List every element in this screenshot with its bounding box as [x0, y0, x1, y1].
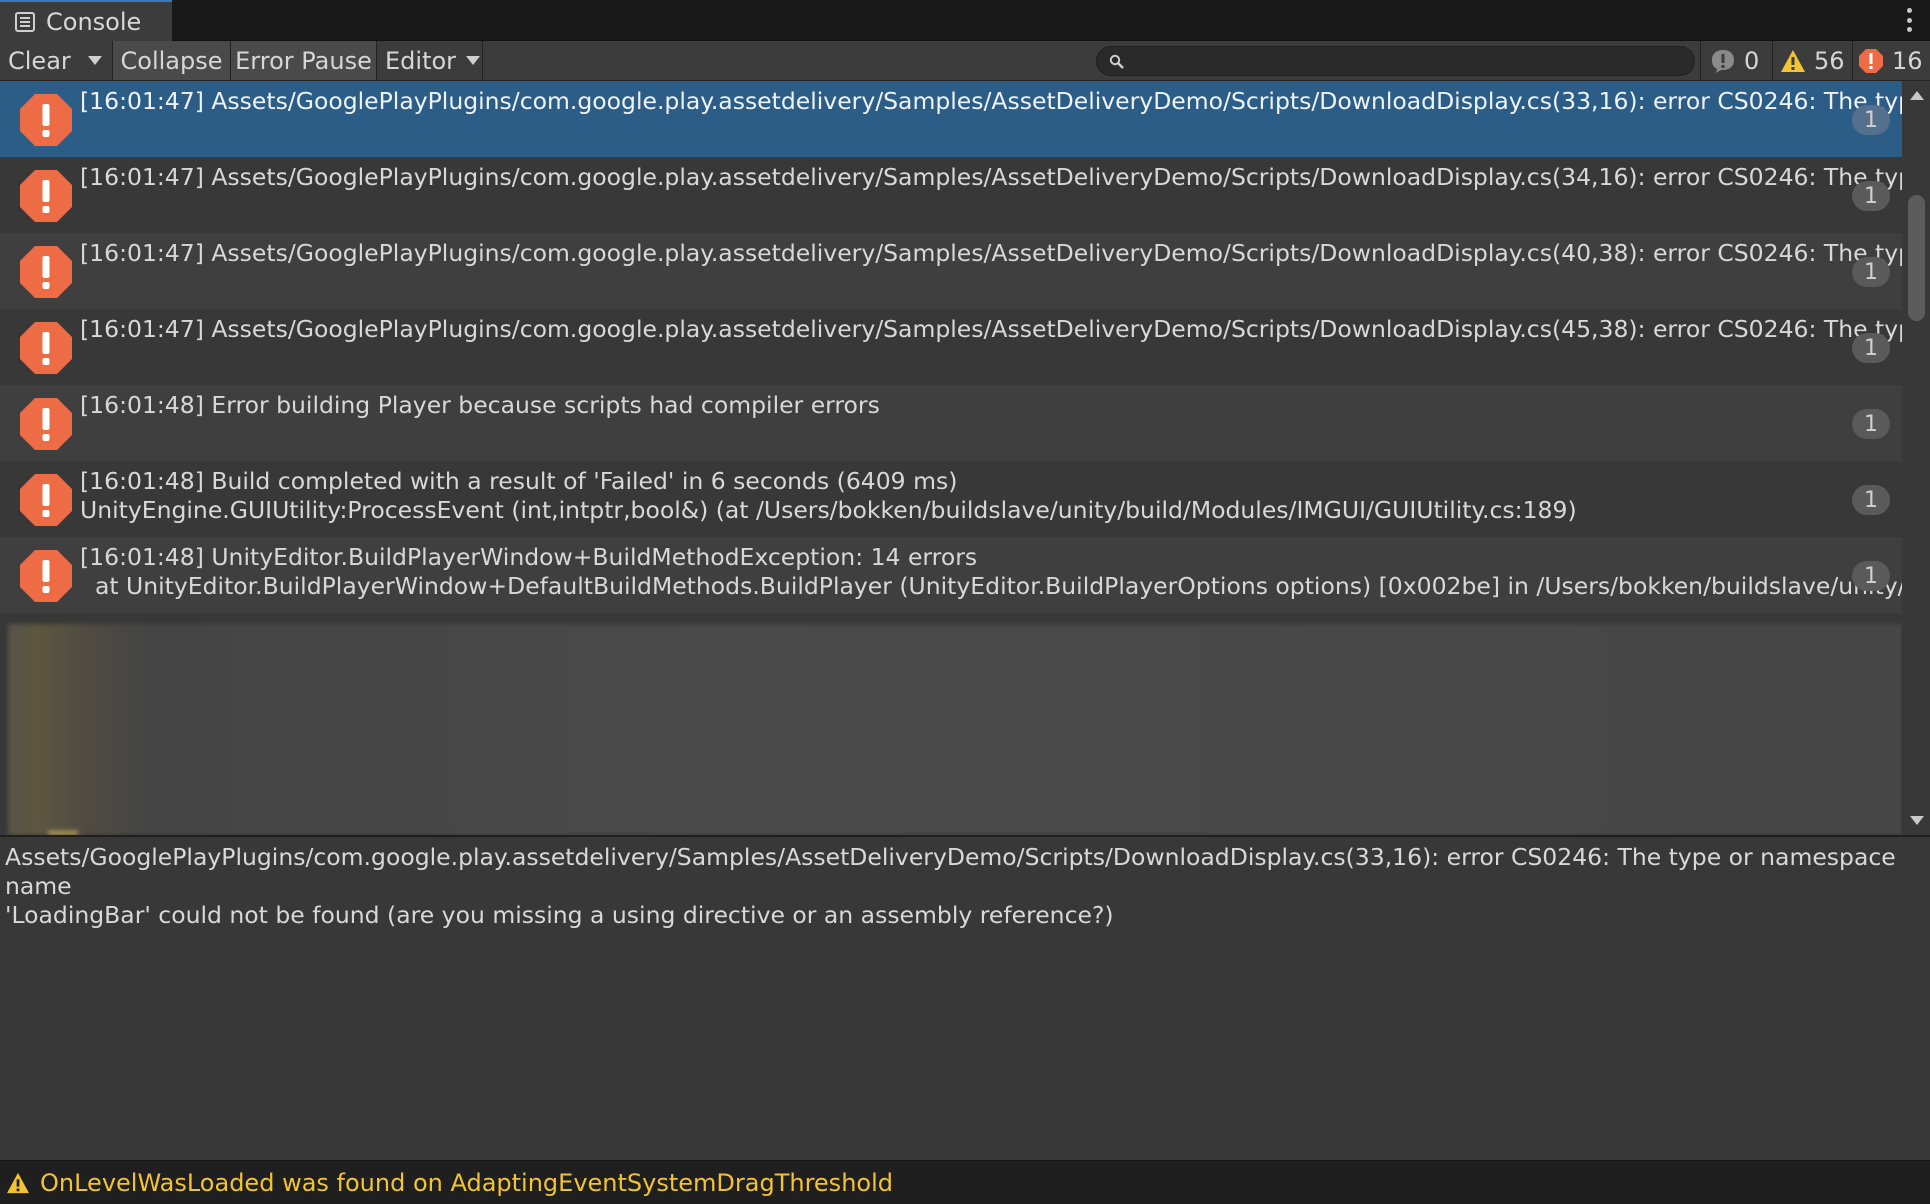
- log-entry-row[interactable]: [16:01:48] Error building Player because…: [0, 385, 1902, 461]
- status-bar[interactable]: OnLevelWasLoaded was found on AdaptingEv…: [0, 1160, 1930, 1204]
- log-entry-row[interactable]: [16:01:47] Assets/GooglePlayPlugins/com.…: [0, 81, 1902, 157]
- tab-bar: Console: [0, 0, 1930, 41]
- collapse-count-badge: 1: [1852, 485, 1890, 515]
- log-entry-row[interactable]: [16:01:48] Build completed with a result…: [0, 461, 1902, 537]
- log-entry-row[interactable]: [16:01:47] Assets/GooglePlayPlugins/com.…: [0, 309, 1902, 385]
- error-icon: [20, 94, 72, 146]
- log-entry-line2: UnityEngine.GUIUtility:ProcessEvent (int…: [80, 496, 1577, 524]
- error-pause-toggle[interactable]: Error Pause: [231, 41, 376, 80]
- log-count: 0: [1744, 46, 1760, 75]
- search-input[interactable]: [1133, 49, 1683, 73]
- editor-dropdown[interactable]: Editor: [377, 41, 482, 80]
- console-toolbar: Clear Collapse Error Pause Editor 0 56 1…: [0, 41, 1930, 81]
- info-message-icon: [1712, 49, 1734, 73]
- error-pause-label: Error Pause: [235, 46, 372, 75]
- tab-title: Console: [46, 7, 142, 36]
- kebab-menu-icon[interactable]: [1906, 8, 1912, 32]
- log-entry-text: [16:01:47] Assets/GooglePlayPlugins/com.…: [80, 239, 1902, 268]
- log-entry-text: [16:01:48] UnityEditor.BuildPlayerWindow…: [80, 543, 1902, 601]
- log-entry-row[interactable]: [16:01:47] Assets/GooglePlayPlugins/com.…: [0, 233, 1902, 309]
- log-entry-line1: [16:01:48] UnityEditor.BuildPlayerWindow…: [80, 543, 978, 571]
- log-entry-text: [16:01:48] Error building Player because…: [80, 391, 880, 420]
- chevron-down-icon: [466, 56, 481, 65]
- warning-icon: [7, 1172, 29, 1193]
- warning-icon: [1781, 49, 1805, 72]
- scroll-down-arrow-icon[interactable]: [1910, 816, 1924, 825]
- log-entry-line1: [16:01:48] Error building Player because…: [80, 391, 880, 419]
- search-icon: [1109, 54, 1124, 69]
- log-count-toggle[interactable]: 0: [1710, 41, 1759, 80]
- warning-count: 56: [1814, 46, 1845, 75]
- error-icon: [20, 474, 72, 526]
- log-entry-line2: at UnityEditor.BuildPlayerWindow+Default…: [80, 572, 1902, 600]
- log-entry-row[interactable]: [16:01:48] UnityEditor.BuildPlayerWindow…: [0, 537, 1902, 613]
- clear-button[interactable]: Clear: [0, 41, 78, 80]
- log-entry-text: [16:01:47] Assets/GooglePlayPlugins/com.…: [80, 163, 1902, 192]
- collapse-count-badge: 1: [1852, 257, 1890, 287]
- log-entry-line1: [16:01:47] Assets/GooglePlayPlugins/com.…: [80, 239, 1902, 267]
- search-field[interactable]: [1096, 46, 1695, 76]
- error-icon: [20, 246, 72, 298]
- log-entry-list[interactable]: [16:01:47] Assets/GooglePlayPlugins/com.…: [0, 81, 1930, 835]
- log-entry-line1: [16:01:47] Assets/GooglePlayPlugins/com.…: [80, 163, 1902, 191]
- warning-count-toggle[interactable]: 56: [1780, 41, 1845, 80]
- console-list-icon: [15, 11, 35, 32]
- log-entry-row[interactable]: [16:01:47] Assets/GooglePlayPlugins/com.…: [0, 157, 1902, 233]
- collapse-count-badge: 1: [1852, 105, 1890, 135]
- error-icon: [20, 398, 72, 450]
- log-entry-line1: [16:01:48] Build completed with a result…: [80, 467, 958, 495]
- error-count-toggle[interactable]: 16: [1858, 41, 1923, 80]
- scrollbar-thumb[interactable]: [1908, 195, 1925, 321]
- chevron-down-icon: [88, 56, 102, 65]
- error-icon: [20, 170, 72, 222]
- log-entry-line1: [16:01:47] Assets/GooglePlayPlugins/com.…: [80, 87, 1902, 115]
- scroll-up-arrow-icon[interactable]: [1910, 91, 1924, 100]
- vertical-scrollbar[interactable]: [1902, 81, 1930, 835]
- collapse-count-badge: 1: [1852, 181, 1890, 211]
- clear-options-dropdown[interactable]: [80, 41, 110, 80]
- collapse-count-badge: 1: [1852, 409, 1890, 439]
- message-detail-text: Assets/GooglePlayPlugins/com.google.play…: [5, 843, 1896, 929]
- log-entry-text: [16:01:47] Assets/GooglePlayPlugins/com.…: [80, 315, 1902, 344]
- editor-dropdown-label: Editor: [385, 46, 457, 75]
- message-detail-pane: Assets/GooglePlayPlugins/com.google.play…: [0, 837, 1930, 1160]
- status-message: OnLevelWasLoaded was found on AdaptingEv…: [40, 1168, 893, 1197]
- error-icon: [20, 550, 72, 602]
- log-entry-text: [16:01:48] Build completed with a result…: [80, 467, 1577, 525]
- collapse-label: Collapse: [120, 46, 223, 75]
- collapse-count-badge: 1: [1852, 333, 1890, 363]
- error-count: 16: [1892, 46, 1923, 75]
- error-icon: [1859, 48, 1883, 73]
- log-entry-text: [16:01:47] Assets/GooglePlayPlugins/com.…: [80, 87, 1902, 116]
- clear-button-label: Clear: [8, 46, 71, 75]
- collapse-toggle[interactable]: Collapse: [113, 41, 230, 80]
- error-icon: [20, 322, 72, 374]
- obscured-region: [8, 624, 1902, 835]
- tab-console[interactable]: Console: [0, 0, 172, 41]
- log-entry-line1: [16:01:47] Assets/GooglePlayPlugins/com.…: [80, 315, 1902, 343]
- collapse-count-badge: 1: [1852, 561, 1890, 591]
